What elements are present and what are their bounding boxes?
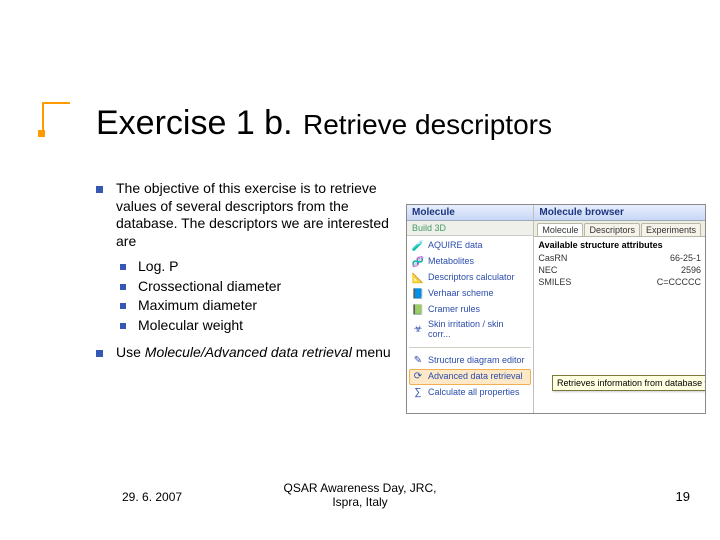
descriptor-item: Crossectional diameter (116, 278, 396, 296)
attr-row: CasRN 66-25-1 (538, 252, 701, 264)
title-lead: Exercise 1 b. (96, 104, 293, 142)
menu-label: Metabolites (428, 257, 474, 267)
footer-center: QSAR Awareness Day, JRC, Ispra, Italy (0, 482, 720, 510)
molecule-panel-subheader: Build 3D (407, 221, 533, 236)
instruction-em: Molecule/Advanced data retrieval (145, 344, 352, 360)
menu-item-descriptors-calc[interactable]: 📐 Descriptors calculator (409, 270, 531, 286)
footer-page: 19 (676, 489, 690, 504)
menu-item-aquire[interactable]: 🧪 AQUIRE data (409, 238, 531, 254)
instruction-pre: Use (116, 344, 145, 360)
menu-item-cramer[interactable]: 📗 Cramer rules (409, 302, 531, 318)
descriptor-list: Log. P Crossectional diameter Maximum di… (116, 258, 396, 334)
menu-item-skin[interactable]: ☣ Skin irritation / skin corr... (409, 318, 531, 342)
attr-key: NEC (538, 265, 557, 275)
title-accent (42, 102, 70, 134)
attr-val: C=CCCCC (657, 277, 701, 287)
sigma-icon: ∑ (412, 387, 424, 399)
menu-item-verhaar[interactable]: 📘 Verhaar scheme (409, 286, 531, 302)
attr-row: SMILES C=CCCCC (538, 276, 701, 288)
descriptor-item: Molecular weight (116, 317, 396, 335)
menu-label: Verhaar scheme (428, 289, 494, 299)
footer-line2: Ispra, Italy (332, 495, 387, 509)
attr-key: SMILES (538, 277, 571, 287)
objective: The objective of this exercise is to ret… (96, 180, 396, 334)
menu-label: Skin irritation / skin corr... (428, 320, 528, 340)
objective-text: The objective of this exercise is to ret… (116, 180, 389, 249)
book-icon: 📗 (412, 304, 424, 316)
slide: { "title": { "lead": "Exercise 1 b.", "s… (0, 0, 720, 540)
body-text: The objective of this exercise is to ret… (96, 180, 396, 372)
menu-item-advanced-retrieval[interactable]: ⟳ Advanced data retrieval (409, 369, 531, 385)
menu-label: Advanced data retrieval (428, 372, 523, 382)
tab-experiments[interactable]: Experiments (641, 223, 701, 236)
menu-label: Structure diagram editor (428, 356, 525, 366)
title-sub: Retrieve descriptors (303, 109, 552, 140)
tooltip: Retrieves information from database for … (552, 375, 706, 391)
divider (409, 347, 531, 348)
calc-icon: 📐 (412, 272, 424, 284)
attr-row: NEC 2596 (538, 264, 701, 276)
descriptor-item: Log. P (116, 258, 396, 276)
attr-val: 2596 (681, 265, 701, 275)
flask-icon: 🧪 (412, 240, 424, 252)
dna-icon: 🧬 (412, 256, 424, 268)
menu-item-calculate-all[interactable]: ∑ Calculate all properties (409, 385, 531, 401)
descriptor-item: Maximum diameter (116, 297, 396, 315)
menu-label: Descriptors calculator (428, 273, 515, 283)
menu-label: Calculate all properties (428, 388, 520, 398)
refresh-icon: ⟳ (412, 371, 424, 383)
molecule-panel: Molecule Build 3D 🧪 AQUIRE data 🧬 Metaboli… (407, 205, 534, 413)
instruction: Use Molecule/Advanced data retrieval men… (96, 344, 396, 362)
slide-title: Exercise 1 b. Retrieve descriptors (96, 104, 552, 143)
tab-molecule[interactable]: Molecule (537, 223, 583, 236)
menu-item-structure-editor[interactable]: ✎ Structure diagram editor (409, 353, 531, 369)
menu-label: AQUIRE data (428, 241, 483, 251)
footer-line1: QSAR Awareness Day, JRC, (284, 481, 437, 495)
molecule-panel-header: Molecule (407, 205, 533, 221)
hazard-icon: ☣ (412, 324, 424, 336)
instruction-post: menu (352, 344, 391, 360)
menu-item-metabolites[interactable]: 🧬 Metabolites (409, 254, 531, 270)
menu-label: Cramer rules (428, 305, 480, 315)
attr-val: 66-25-1 (670, 253, 701, 263)
attributes-header: Available structure attributes (538, 240, 701, 250)
tab-descriptors[interactable]: Descriptors (584, 223, 640, 236)
browser-tabs: Molecule Descriptors Experiments (534, 221, 705, 236)
molecule-menu-group2: ✎ Structure diagram editor ⟳ Advanced data… (407, 351, 533, 403)
attr-key: CasRN (538, 253, 567, 263)
app-screenshot: Molecule Build 3D 🧪 AQUIRE data 🧬 Metaboli… (406, 204, 706, 414)
molecule-menu-group1: 🧪 AQUIRE data 🧬 Metabolites 📐 Descriptors c… (407, 236, 533, 344)
browser-panel-header: Molecule browser (533, 205, 705, 221)
edit-icon: ✎ (412, 355, 424, 367)
book-icon: 📘 (412, 288, 424, 300)
